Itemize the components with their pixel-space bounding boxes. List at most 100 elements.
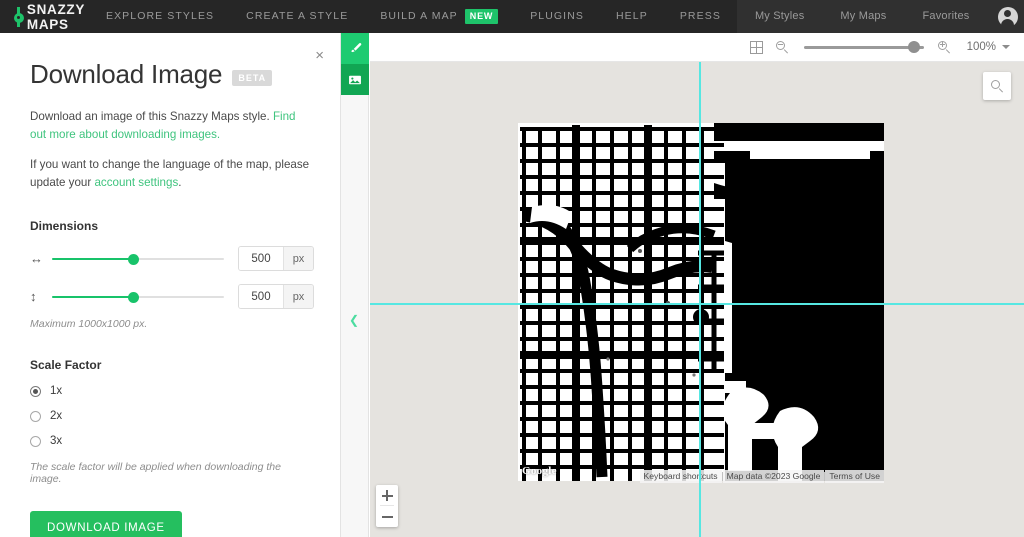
map-zoom-in-button[interactable]	[376, 485, 398, 506]
scale-label-2x: 2x	[50, 410, 63, 423]
crop-guide-horizontal	[370, 303, 1024, 305]
radio-icon-2x[interactable]	[30, 410, 41, 422]
scale-factor-note: The scale factor will be applied when do…	[30, 461, 281, 486]
map-attribution-bar: Keyboard shortcuts Map data ©2023 Google…	[518, 470, 884, 483]
map-zoom-controls	[376, 485, 398, 527]
paintbrush-icon	[351, 42, 362, 52]
height-unit: px	[283, 285, 313, 309]
nav-left-group: SNAZZY MAPS EXPLORE STYLES CREATE A STYL…	[0, 0, 737, 33]
download-image-button[interactable]: DOWNLOAD IMAGE	[30, 511, 182, 537]
editor-tool-rail: ❮	[341, 33, 369, 537]
nav-item-build-a-map[interactable]: BUILD A MAP NEW	[364, 0, 514, 33]
nav-label: PRESS	[679, 10, 721, 22]
width-slider-fill	[52, 257, 133, 261]
width-row: ↔ px	[30, 246, 314, 272]
map-preview-area[interactable]: Google Keyboard shortcuts Map data ©2023…	[370, 62, 1024, 537]
width-unit: px	[283, 247, 313, 271]
intro-paragraph: Download an image of this Snazzy Maps st…	[30, 108, 310, 143]
nav-label: EXPLORE STYLES	[105, 10, 215, 22]
map-search-button[interactable]	[983, 72, 1011, 100]
nav-label: BUILD A MAP	[380, 10, 458, 22]
nav-item-create-a-style[interactable]: CREATE A STYLE	[230, 0, 364, 33]
nav-item-plugins[interactable]: PLUGINS	[514, 0, 600, 33]
new-badge: NEW	[464, 9, 499, 24]
beta-badge: BETA	[232, 69, 273, 86]
scale-option-3x[interactable]: 3x	[30, 435, 310, 447]
nav-label: My Maps	[840, 10, 887, 22]
panel-content: Download Image BETA Download an image of…	[0, 33, 340, 537]
download-image-panel: × Download Image BETA Download an image …	[0, 33, 341, 537]
map-pin-icon	[12, 6, 24, 27]
width-field[interactable]: px	[238, 246, 314, 272]
nav-label: HELP	[615, 10, 648, 22]
style-editor-button[interactable]	[341, 33, 369, 64]
width-slider[interactable]	[52, 252, 224, 266]
dimensions-heading: Dimensions	[30, 219, 99, 234]
keyboard-shortcuts-label[interactable]: Keyboard shortcuts	[639, 470, 722, 483]
scale-label-3x: 3x	[50, 435, 63, 448]
radio-icon-1x[interactable]	[30, 385, 41, 397]
top-navigation-bar: SNAZZY MAPS EXPLORE STYLES CREATE A STYL…	[0, 0, 1024, 33]
nav-right-group: My Styles My Maps Favorites	[736, 0, 1024, 33]
page-title: Download Image	[30, 59, 223, 89]
nav-label: Favorites	[922, 10, 970, 22]
vertical-arrows-icon: ↕	[30, 289, 37, 305]
nav-item-press[interactable]: PRESS	[664, 0, 737, 33]
zoom-out-icon	[776, 40, 789, 54]
zoom-in-icon	[938, 40, 951, 54]
intro-text: Download an image of this Snazzy Maps st…	[30, 110, 273, 123]
max-dimensions-note: Maximum 1000x1000 px.	[30, 318, 148, 331]
scale-option-2x[interactable]: 2x	[30, 410, 310, 422]
crop-guide-vertical	[699, 62, 701, 537]
grid-toggle-button[interactable]	[744, 34, 770, 60]
nav-label: CREATE A STYLE	[246, 10, 349, 22]
brand-logo[interactable]: SNAZZY MAPS	[0, 0, 90, 33]
nav-item-favorites[interactable]: Favorites	[904, 0, 987, 33]
nav-item-my-styles[interactable]: My Styles	[737, 0, 822, 33]
height-slider-thumb[interactable]	[128, 291, 139, 303]
chevron-down-icon	[1002, 45, 1010, 49]
chevron-left-icon[interactable]: ❮	[349, 314, 359, 326]
zoom-level-selector[interactable]: 100%	[967, 41, 1010, 53]
image-icon	[349, 75, 361, 84]
zoom-level-label: 100%	[966, 41, 996, 53]
zoom-slider-rail	[803, 46, 924, 49]
map-canvas[interactable]	[518, 123, 884, 481]
account-settings-link[interactable]: account settings	[94, 176, 178, 189]
panel-header: Download Image BETA	[30, 59, 310, 90]
nav-label: PLUGINS	[530, 10, 584, 22]
map-data-label: Map data ©2023 Google	[722, 470, 825, 483]
height-field[interactable]: px	[238, 284, 314, 310]
close-icon[interactable]: ×	[315, 48, 324, 63]
brand-name: SNAZZY MAPS	[26, 1, 85, 32]
scale-option-1x[interactable]: 1x	[30, 385, 310, 397]
minus-icon	[381, 511, 393, 522]
nav-item-help[interactable]: HELP	[600, 0, 664, 33]
width-slider-thumb[interactable]	[128, 253, 139, 265]
height-slider-fill	[52, 295, 133, 299]
map-zoom-out-button[interactable]	[376, 506, 398, 527]
search-icon	[990, 79, 1004, 93]
account-circle-icon[interactable]	[997, 6, 1018, 28]
height-row: ↕ px	[30, 284, 314, 310]
terms-of-use-link[interactable]: Terms of Use	[825, 470, 884, 483]
zoom-out-button[interactable]	[770, 34, 796, 60]
horizontal-arrows-icon: ↔	[30, 251, 43, 267]
grid-icon	[750, 40, 764, 54]
nav-label: My Styles	[754, 10, 805, 22]
zoom-slider-thumb[interactable]	[907, 41, 920, 53]
nav-item-my-maps[interactable]: My Maps	[822, 0, 904, 33]
radio-icon-3x[interactable]	[30, 435, 41, 447]
height-input[interactable]	[239, 285, 283, 309]
nav-item-explore-styles[interactable]: EXPLORE STYLES	[90, 0, 230, 33]
width-input[interactable]	[239, 247, 283, 271]
language-text-end: .	[178, 175, 182, 189]
language-paragraph: If you want to change the language of th…	[30, 156, 310, 191]
scale-factor-heading: Scale Factor	[30, 358, 102, 373]
download-image-button-rail[interactable]	[341, 64, 369, 95]
zoom-in-button[interactable]	[932, 34, 958, 60]
zoom-slider[interactable]	[803, 40, 924, 54]
map-toolbar: 100%	[370, 33, 1024, 62]
height-slider[interactable]	[52, 290, 224, 304]
map-rendering	[518, 123, 884, 481]
